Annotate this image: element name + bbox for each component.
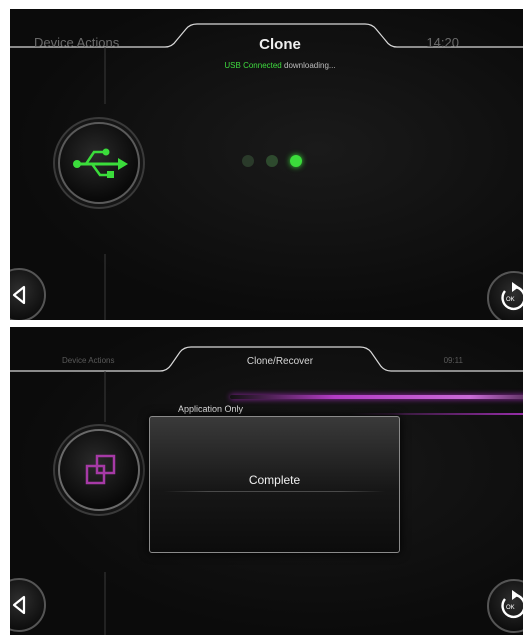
back-button[interactable] bbox=[10, 578, 46, 632]
progress-dot-active bbox=[290, 155, 302, 167]
clone-recover-screen: Device Actions Clone/Recover 09:11 Appli… bbox=[10, 327, 523, 635]
clone-screen: Device Actions Clone 14:20 USB Connected… bbox=[10, 9, 523, 320]
status-line: USB Connected downloading... bbox=[160, 61, 400, 70]
back-triangle-icon bbox=[12, 595, 26, 615]
back-triangle-icon bbox=[12, 285, 26, 305]
dialog-message: Complete bbox=[248, 473, 301, 487]
usb-icon bbox=[73, 148, 128, 178]
ok-refresh-icon: OK bbox=[501, 590, 523, 619]
clone-squares-icon bbox=[85, 454, 116, 485]
ok-refresh-icon: OK bbox=[501, 282, 523, 311]
page-title: Clone bbox=[259, 36, 301, 53]
selection-label[interactable]: Application Only bbox=[178, 404, 243, 414]
progress-dot bbox=[266, 155, 278, 167]
ok-button[interactable]: OK bbox=[487, 579, 523, 633]
completion-dialog: Complete bbox=[149, 416, 400, 553]
dialog-divider bbox=[164, 491, 385, 492]
ok-button[interactable]: OK bbox=[487, 271, 523, 320]
header-device-actions: Device Actions bbox=[62, 356, 115, 365]
download-status: downloading... bbox=[284, 61, 336, 70]
clock: 09:11 bbox=[443, 356, 463, 365]
clock: 14:20 bbox=[426, 35, 459, 50]
page-title: Clone/Recover bbox=[246, 356, 314, 367]
progress-dot bbox=[242, 155, 254, 167]
selection-highlight bbox=[230, 395, 523, 399]
usb-status: USB Connected bbox=[224, 61, 282, 70]
clone-badge bbox=[58, 429, 140, 511]
usb-badge bbox=[58, 122, 140, 204]
back-button[interactable] bbox=[10, 268, 46, 320]
ok-label: OK bbox=[506, 297, 515, 303]
header-device-actions: Device Actions bbox=[34, 35, 120, 50]
selection-highlight-glow bbox=[350, 413, 523, 415]
ok-label: OK bbox=[506, 605, 515, 611]
